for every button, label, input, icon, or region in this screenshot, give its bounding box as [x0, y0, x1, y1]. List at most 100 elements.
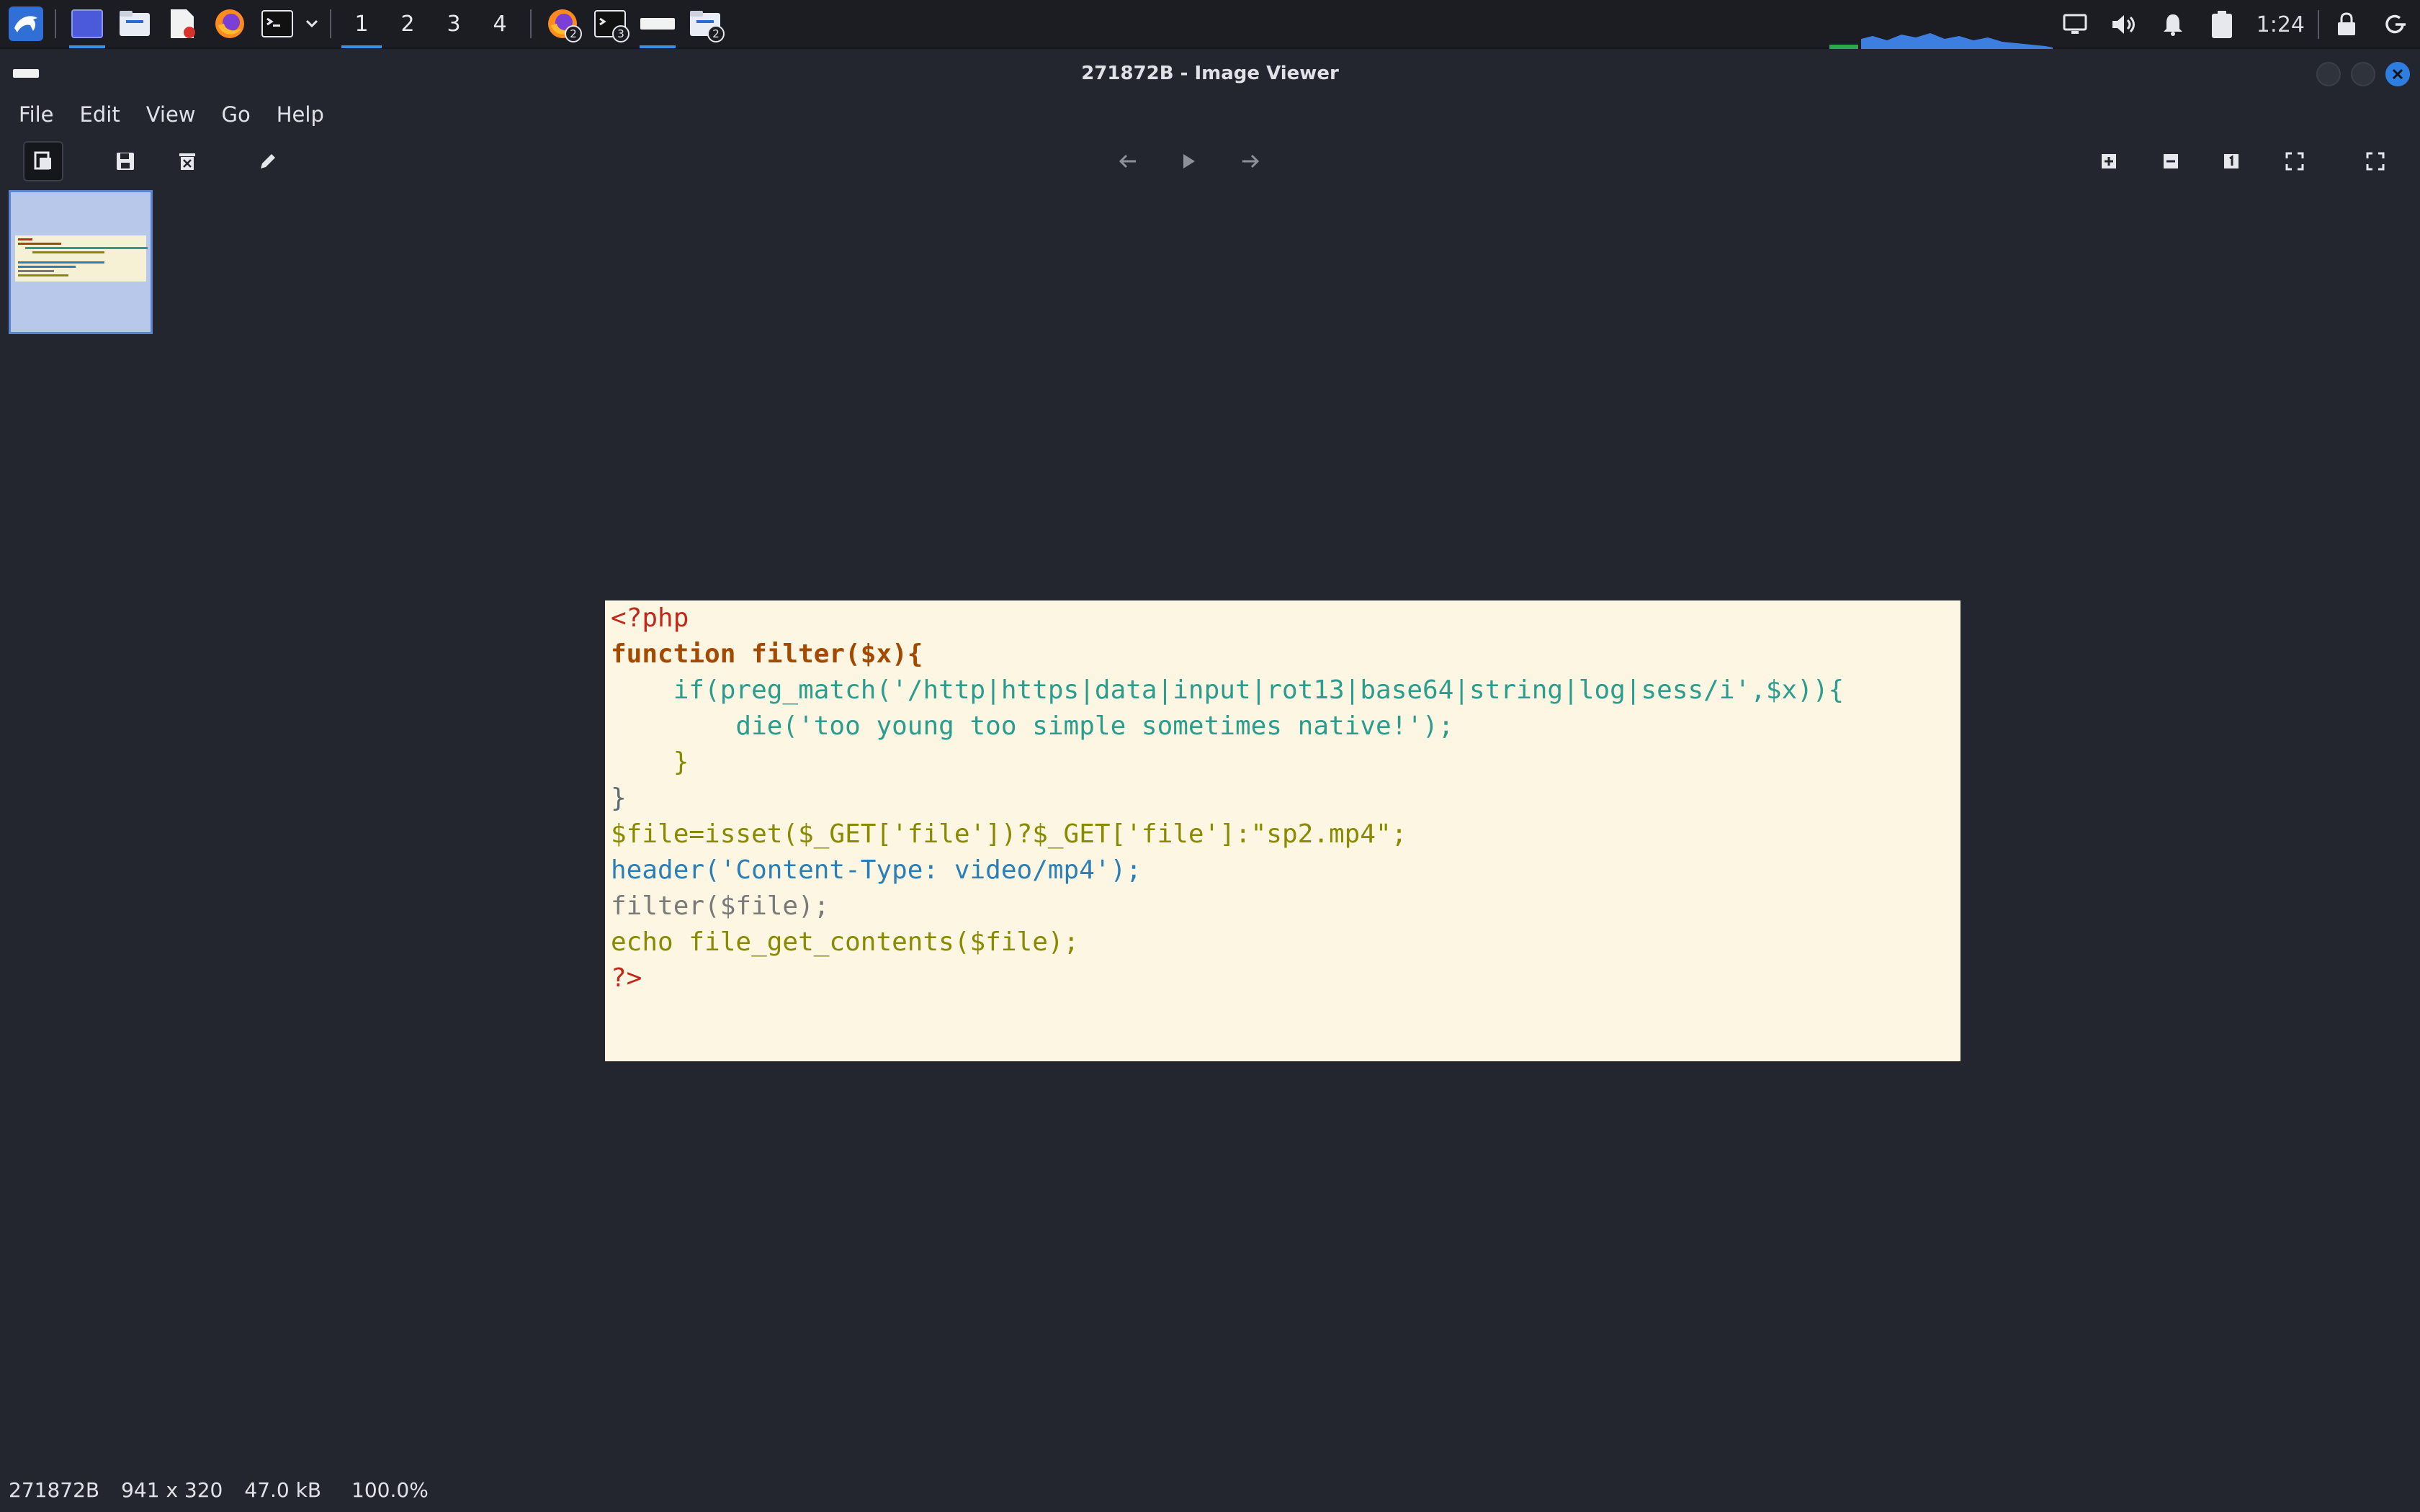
show-desktop-button[interactable]	[63, 0, 111, 48]
code-line: $file=isset($_GET['file'])?$_GET['file']…	[611, 819, 1407, 849]
minimize-button[interactable]	[2316, 62, 2341, 86]
taskbar-separator	[55, 9, 56, 38]
speaker-icon	[2112, 15, 2135, 34]
window-titlebar[interactable]: 271872B - Image Viewer	[0, 50, 2420, 96]
chevron-down-icon	[305, 19, 318, 28]
workspace-4[interactable]: 4	[477, 0, 523, 48]
menu-view[interactable]: View	[133, 102, 209, 127]
workspace-3[interactable]: 3	[431, 0, 477, 48]
taskbar-separator	[530, 9, 532, 38]
firefox-launcher[interactable]	[206, 0, 254, 48]
window-controls	[2316, 62, 2410, 86]
workspace-2[interactable]: 2	[385, 0, 431, 48]
open-file-icon	[34, 151, 51, 170]
lock-screen-button[interactable]	[2322, 0, 2371, 49]
close-button[interactable]	[2385, 62, 2410, 86]
file-manager-launcher[interactable]	[111, 0, 158, 48]
workspace-1[interactable]: 1	[339, 0, 385, 48]
play-icon	[1183, 154, 1195, 168]
firefox-icon	[215, 9, 244, 38]
task-image-viewer[interactable]	[634, 0, 681, 48]
battery-icon	[2211, 11, 2232, 38]
displayed-image[interactable]: <?php function filter($x){ if(preg_match…	[605, 600, 1960, 1061]
bell-icon	[2163, 14, 2182, 36]
status-filesize: 47.0 kB	[244, 1477, 322, 1502]
taskbar-separator	[2318, 10, 2319, 39]
code-line: echo file_get_contents($file);	[611, 927, 1080, 957]
menu-go[interactable]: Go	[209, 102, 264, 127]
maximize-button[interactable]	[2351, 62, 2375, 86]
status-bar: 271872B 941 x 320 47.0 kB 100.0%	[0, 1473, 2420, 1506]
menu-bar: File Edit View Go Help	[0, 96, 2420, 132]
thumbnail-image	[15, 235, 148, 282]
fullscreen-icon	[2366, 152, 2385, 171]
delete-button[interactable]	[167, 141, 207, 181]
display-button[interactable]	[2051, 0, 2099, 49]
trash-icon	[179, 153, 195, 170]
code-line: }	[611, 747, 689, 777]
app-icon	[13, 69, 39, 78]
task-file-manager[interactable]: 2	[681, 0, 729, 48]
arrow-left-icon	[1119, 154, 1136, 168]
code-line: header('Content-Type: video/mp4');	[611, 855, 1142, 885]
menu-edit[interactable]: Edit	[67, 102, 133, 127]
power-icon	[2385, 14, 2406, 34]
open-button[interactable]	[23, 141, 63, 181]
arrow-right-icon	[1242, 154, 1260, 168]
zoom-fit-button[interactable]	[2275, 141, 2315, 181]
slideshow-button[interactable]	[1168, 141, 1209, 181]
desktop-icon	[71, 9, 103, 38]
battery-button[interactable]	[2197, 0, 2246, 49]
volume-button[interactable]	[2099, 0, 2148, 49]
menu-help[interactable]: Help	[264, 102, 337, 127]
task-terminal[interactable]: 3	[586, 0, 634, 48]
code-line: <?php	[611, 603, 689, 633]
lock-icon	[2338, 12, 2355, 35]
task-firefox[interactable]: 2	[539, 0, 586, 48]
thumbnail-selected[interactable]	[9, 190, 153, 334]
window-title: 271872B - Image Viewer	[1081, 63, 1339, 84]
code-line: if(preg_match('/http|https|data|input|ro…	[611, 675, 1845, 705]
menu-file[interactable]: File	[6, 102, 67, 127]
save-as-button[interactable]	[105, 141, 145, 181]
code-listing: <?php function filter($x){ if(preg_match…	[611, 600, 1960, 996]
zoom-original-icon	[2224, 154, 2238, 168]
kali-dragon-icon	[9, 6, 43, 41]
close-icon	[2392, 68, 2403, 80]
taskbar: 1 2 3 4 2 3 2 1:24	[0, 0, 2420, 49]
window-count-badge: 2	[565, 25, 582, 42]
zoom-in-icon	[2102, 154, 2116, 168]
kali-menu-button[interactable]	[4, 0, 48, 48]
zoom-100-button[interactable]	[2211, 141, 2251, 181]
taskbar-separator	[330, 9, 331, 38]
fullscreen-button[interactable]	[2355, 141, 2396, 181]
text-editor-launcher[interactable]	[158, 0, 206, 48]
code-line: function filter($x){	[611, 639, 923, 669]
edit-button[interactable]	[248, 141, 288, 181]
terminal-icon	[261, 10, 293, 37]
next-image-button[interactable]	[1230, 141, 1270, 181]
terminal-launcher[interactable]	[254, 0, 301, 48]
logout-button[interactable]	[2371, 0, 2420, 49]
code-line: filter($file);	[611, 891, 830, 921]
code-line: ?>	[611, 963, 642, 993]
image-viewer-icon	[640, 18, 675, 30]
window-count-badge: 3	[612, 25, 629, 42]
clock[interactable]: 1:24	[2246, 12, 2315, 37]
status-zoom: 100.0%	[351, 1477, 429, 1502]
previous-image-button[interactable]	[1108, 141, 1148, 181]
launcher-dropdown[interactable]	[301, 0, 323, 48]
folder-icon	[120, 11, 150, 36]
zoom-in-button[interactable]	[2089, 141, 2129, 181]
zoom-out-icon	[2164, 154, 2178, 168]
cpu-monitor-graph[interactable]	[1829, 26, 2053, 49]
zoom-out-button[interactable]	[2151, 141, 2191, 181]
toolbar	[0, 137, 2420, 186]
notifications-button[interactable]	[2148, 0, 2197, 49]
window-count-badge: 2	[707, 25, 725, 42]
system-tray: 1:24	[2051, 0, 2420, 49]
text-editor-icon	[171, 9, 195, 38]
code-line: }	[611, 783, 627, 813]
display-icon	[2063, 14, 2087, 34]
save-icon	[117, 153, 134, 170]
